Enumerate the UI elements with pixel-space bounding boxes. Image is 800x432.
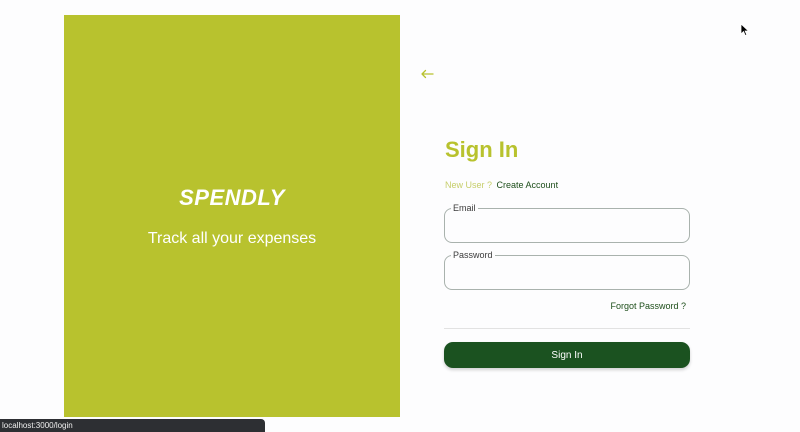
password-label: Password	[451, 250, 495, 260]
arrow-left-icon	[421, 69, 434, 79]
divider	[444, 328, 690, 329]
email-label: Email	[451, 203, 478, 213]
password-input[interactable]	[453, 264, 681, 284]
sign-in-button[interactable]: Sign In	[444, 342, 690, 368]
mouse-pointer-icon	[740, 23, 750, 37]
email-input[interactable]	[453, 217, 681, 237]
brand-panel: SPENDLY Track all your expenses	[64, 15, 400, 417]
sign-in-form: Sign In New User ? Create Account Email …	[444, 0, 690, 432]
email-field[interactable]: Email	[444, 203, 690, 243]
new-user-label: New User ?	[445, 180, 493, 190]
status-bar-url: localhost:3000/login	[0, 419, 265, 432]
back-button[interactable]	[418, 65, 436, 83]
new-user-row: New User ? Create Account	[445, 180, 558, 190]
login-page: SPENDLY Track all your expenses Sign In …	[0, 0, 800, 432]
forgot-password-link[interactable]: Forgot Password ?	[610, 301, 686, 311]
brand-title: SPENDLY	[179, 185, 285, 210]
password-field[interactable]: Password	[444, 250, 690, 290]
brand-tagline: Track all your expenses	[147, 230, 317, 247]
create-account-link[interactable]: Create Account	[497, 180, 559, 190]
page-title: Sign In	[445, 137, 519, 162]
